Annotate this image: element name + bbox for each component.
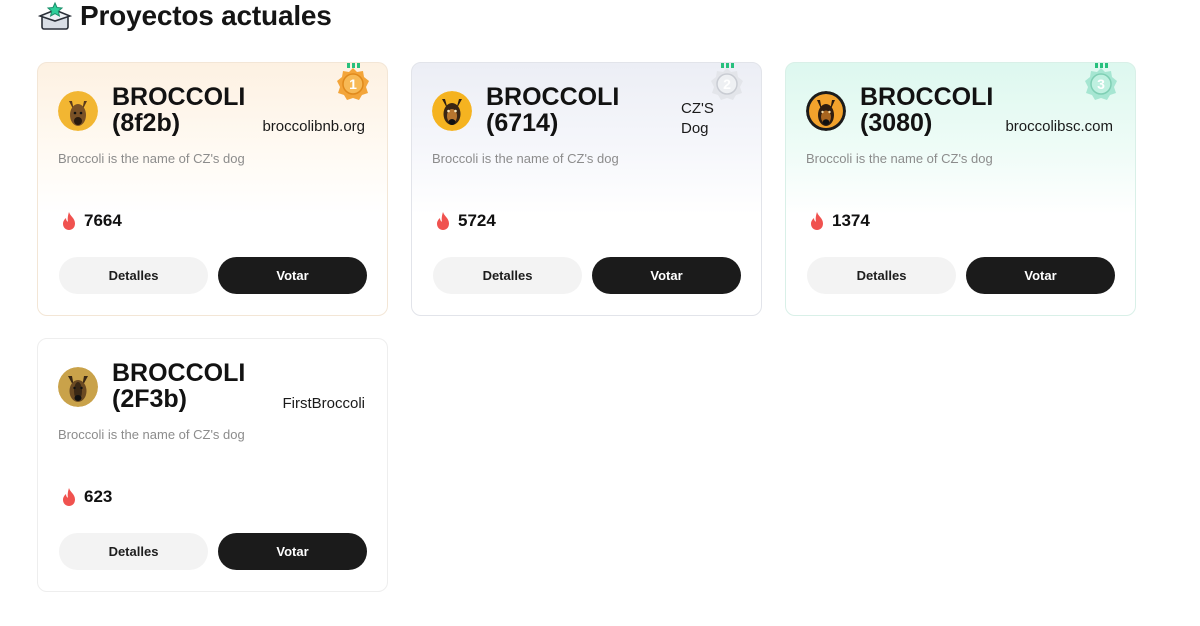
project-avatar [58, 91, 98, 131]
project-description: Broccoli is the name of CZ's dog [58, 427, 245, 442]
project-name: BROCCOLI (3080) [860, 83, 994, 137]
trophy-box-icon [38, 1, 72, 30]
project-card: BROCCOLI (3080) broccolibsc.com 3 Brocco… [785, 62, 1136, 316]
fire-icon [63, 212, 75, 230]
project-site: FirstBroccoli [282, 395, 365, 412]
vote-count: 1374 [832, 211, 870, 230]
details-button[interactable]: Detalles [807, 257, 956, 294]
fire-icon [63, 488, 75, 506]
gold-medal-icon: 1 [333, 63, 373, 109]
project-description: Broccoli is the name of CZ's dog [432, 151, 619, 166]
project-site: broccolibsc.com [1005, 118, 1113, 135]
project-description: Broccoli is the name of CZ's dog [58, 151, 245, 166]
vote-count-group: 7664 [60, 211, 122, 231]
bronze-medal-icon: 3 [1081, 63, 1121, 109]
vote-count-group: 5724 [434, 211, 496, 231]
details-button[interactable]: Detalles [59, 533, 208, 570]
project-avatar [58, 367, 98, 407]
vote-count-group: 623 [60, 487, 112, 507]
svg-text:1: 1 [349, 76, 357, 92]
vote-button[interactable]: Votar [218, 257, 367, 294]
project-name: BROCCOLI (8f2b) [112, 83, 246, 137]
vote-count: 7664 [84, 211, 122, 230]
svg-text:3: 3 [1097, 76, 1105, 92]
project-card: BROCCOLI (8f2b) broccolibnb.org 1 Brocco… [37, 62, 388, 316]
project-card: BROCCOLI (2F3b) FirstBroccoli Broccoli i… [37, 338, 388, 592]
details-button[interactable]: Detalles [433, 257, 582, 294]
project-site: broccolibnb.org [262, 118, 365, 135]
project-name: BROCCOLI (2F3b) [112, 359, 246, 413]
vote-button[interactable]: Votar [592, 257, 741, 294]
details-button[interactable]: Detalles [59, 257, 208, 294]
silver-medal-icon: 2 [707, 63, 747, 109]
page-title: Proyectos actuales [80, 0, 332, 31]
project-description: Broccoli is the name of CZ's dog [806, 151, 993, 166]
page-header: Proyectos actuales [38, 0, 332, 32]
vote-count: 5724 [458, 211, 496, 230]
project-card: BROCCOLI (6714) CZ'S Dog 2 Broccoli is t… [411, 62, 762, 316]
fire-icon [811, 212, 823, 230]
vote-count: 623 [84, 487, 113, 506]
project-avatar [432, 91, 472, 131]
vote-count-group: 1374 [808, 211, 870, 231]
vote-button[interactable]: Votar [966, 257, 1115, 294]
fire-icon [437, 212, 449, 230]
project-avatar [806, 91, 846, 131]
svg-text:2: 2 [723, 76, 731, 92]
project-name: BROCCOLI (6714) [486, 83, 620, 137]
vote-button[interactable]: Votar [218, 533, 367, 570]
